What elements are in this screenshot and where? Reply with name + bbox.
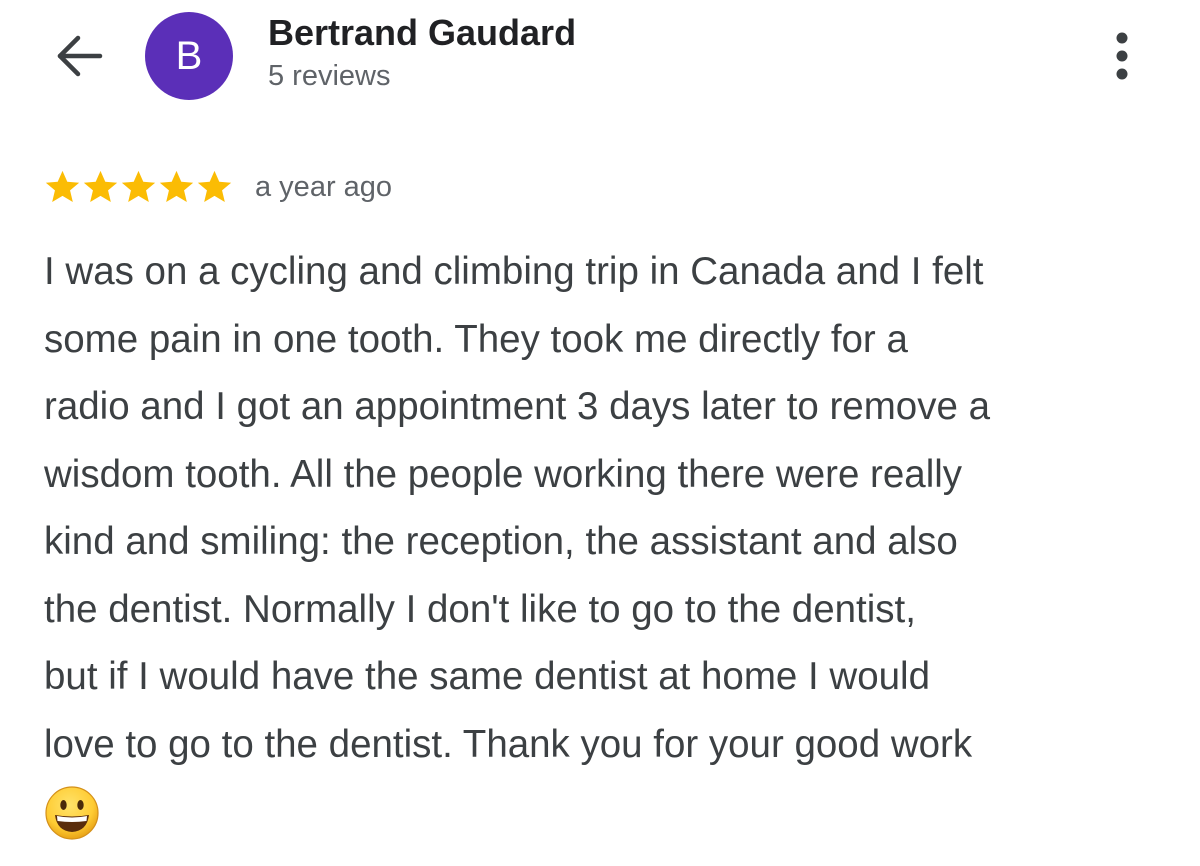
star-filled-icon bbox=[159, 170, 194, 202]
review-text-line: but if I would have the same dentist at … bbox=[44, 655, 931, 698]
review-text-line: I was on a cycling and climbing trip in … bbox=[44, 250, 984, 293]
reviewer-name[interactable]: Bertrand Gaudard bbox=[268, 12, 576, 54]
review-text-line: wisdom tooth. All the people working the… bbox=[44, 452, 963, 496]
back-button[interactable] bbox=[44, 30, 112, 82]
review-text-line: love to go to the dentist. Thank you for… bbox=[44, 722, 973, 766]
star-rating bbox=[44, 169, 233, 206]
review-text: I was on a cycling and climbing trip in … bbox=[44, 238, 1184, 778]
more-options-button[interactable] bbox=[1100, 28, 1144, 84]
star-filled-icon bbox=[197, 170, 232, 202]
review-text-line: some pain in one tooth. They took me dir… bbox=[44, 317, 908, 361]
review-time: a year ago bbox=[255, 170, 393, 203]
avatar-letter: B bbox=[175, 33, 203, 78]
review-text-line: radio and I got an appointment 3 days la… bbox=[44, 385, 990, 428]
rating-row: a year ago bbox=[44, 164, 392, 210]
star-filled-icon bbox=[83, 170, 118, 202]
grinning-face-emoji-icon bbox=[45, 786, 99, 840]
review-count: 5 reviews bbox=[268, 60, 391, 92]
review-header: B Bertrand Gaudard 5 reviews bbox=[0, 0, 1200, 120]
star-filled-icon bbox=[45, 170, 80, 202]
avatar[interactable]: B bbox=[145, 12, 233, 100]
arrow-left-icon bbox=[57, 35, 103, 77]
review-text-line: kind and smiling: the reception, the ass… bbox=[44, 520, 958, 563]
vertical-ellipsis-icon bbox=[1116, 32, 1128, 80]
star-filled-icon bbox=[121, 170, 156, 202]
review-text-line: the dentist. Normally I don't like to go… bbox=[44, 587, 916, 631]
